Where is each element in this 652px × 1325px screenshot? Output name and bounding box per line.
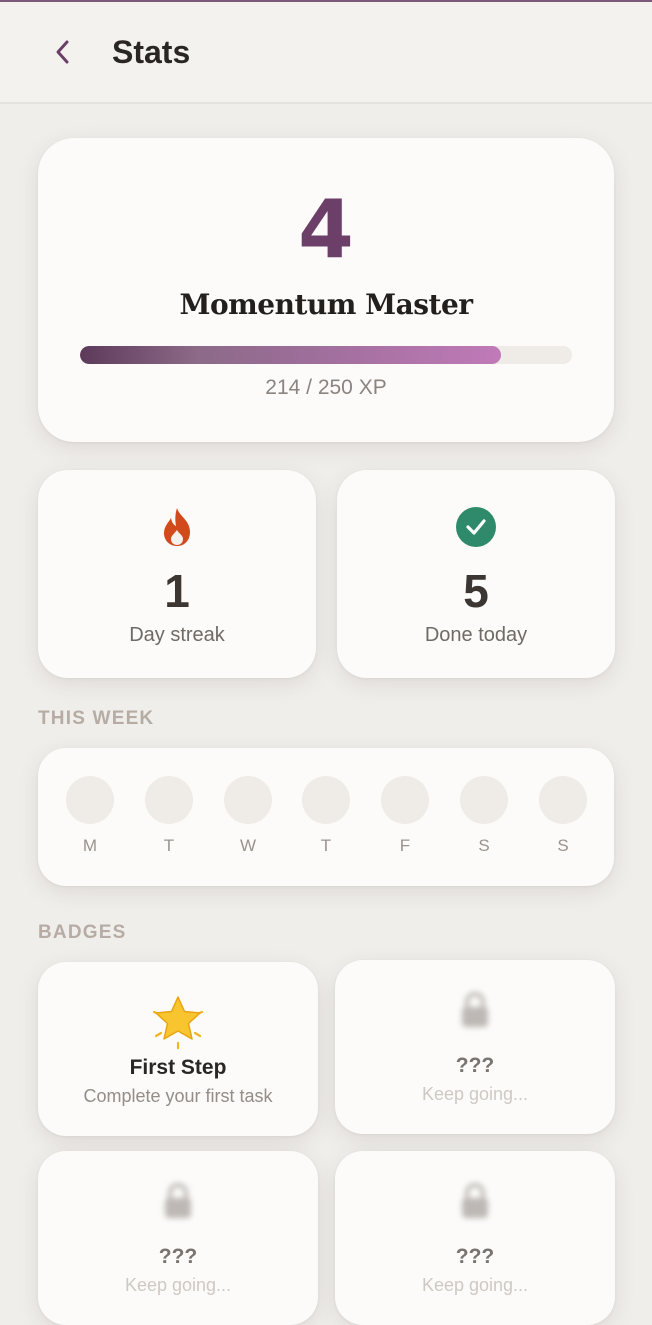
level-name: Momentum Master (179, 288, 473, 321)
badge-description: Keep going... (421, 1275, 529, 1295)
back-button[interactable] (40, 32, 84, 76)
day-sunday: S (539, 776, 587, 856)
badge-description: Complete your first task (83, 1086, 273, 1106)
day-friday: F (381, 776, 429, 856)
day-label: M (82, 836, 98, 855)
day-label: S (557, 836, 569, 855)
lock-icon (335, 1181, 615, 1221)
badge-card-first-step[interactable]: First Step Complete your first task (38, 962, 318, 1136)
xp-text: 214 / 250 XP (265, 376, 387, 399)
day-indicator (381, 776, 429, 824)
lock-icon (335, 990, 615, 1030)
xp-progress-fill (80, 346, 502, 364)
badge-card-locked[interactable]: ??? Keep going... (335, 1151, 615, 1325)
star-icon (38, 992, 318, 1052)
day-indicator (145, 776, 193, 824)
done-today-label: Done today (424, 624, 528, 646)
xp-progress-bar (80, 346, 572, 364)
week-card: M T W T F S S (38, 748, 614, 886)
day-indicator (66, 776, 114, 824)
flame-icon (38, 506, 316, 548)
streak-label: Day streak (129, 624, 225, 646)
done-today-value: 5 (463, 565, 489, 617)
app-header: Stats (0, 2, 652, 104)
day-saturday: S (460, 776, 508, 856)
badge-title: ??? (455, 1245, 495, 1268)
day-wednesday: W (224, 776, 272, 856)
badge-description: Keep going... (124, 1275, 232, 1295)
level-card: 4 Momentum Master 214 / 250 XP (38, 138, 614, 442)
badge-card-locked[interactable]: ??? Keep going... (335, 960, 615, 1134)
day-label: W (239, 836, 257, 855)
day-indicator (302, 776, 350, 824)
streak-value: 1 (164, 565, 190, 617)
day-label: T (320, 836, 332, 855)
day-indicator (460, 776, 508, 824)
level-number: 4 (298, 183, 354, 276)
day-indicator (224, 776, 272, 824)
day-tuesday: T (145, 776, 193, 856)
done-today-card: 5 Done today (337, 470, 615, 678)
day-label: F (399, 836, 411, 855)
badge-description: Keep going... (421, 1084, 529, 1104)
day-indicator (539, 776, 587, 824)
section-title-badges: BADGES (38, 922, 127, 943)
badge-title: ??? (455, 1054, 495, 1077)
day-label: T (163, 836, 175, 855)
day-label: S (478, 836, 490, 855)
day-monday: M (66, 776, 114, 856)
lock-icon (38, 1181, 318, 1221)
chevron-left-icon (52, 38, 72, 71)
section-title-week: THIS WEEK (38, 708, 155, 729)
page-title: Stats (112, 34, 191, 70)
badge-card-locked[interactable]: ??? Keep going... (38, 1151, 318, 1325)
badge-title: First Step (129, 1056, 227, 1079)
streak-card: 1 Day streak (38, 470, 316, 678)
badge-title: ??? (158, 1245, 198, 1268)
day-thursday: T (302, 776, 350, 856)
check-circle-icon (337, 506, 615, 548)
